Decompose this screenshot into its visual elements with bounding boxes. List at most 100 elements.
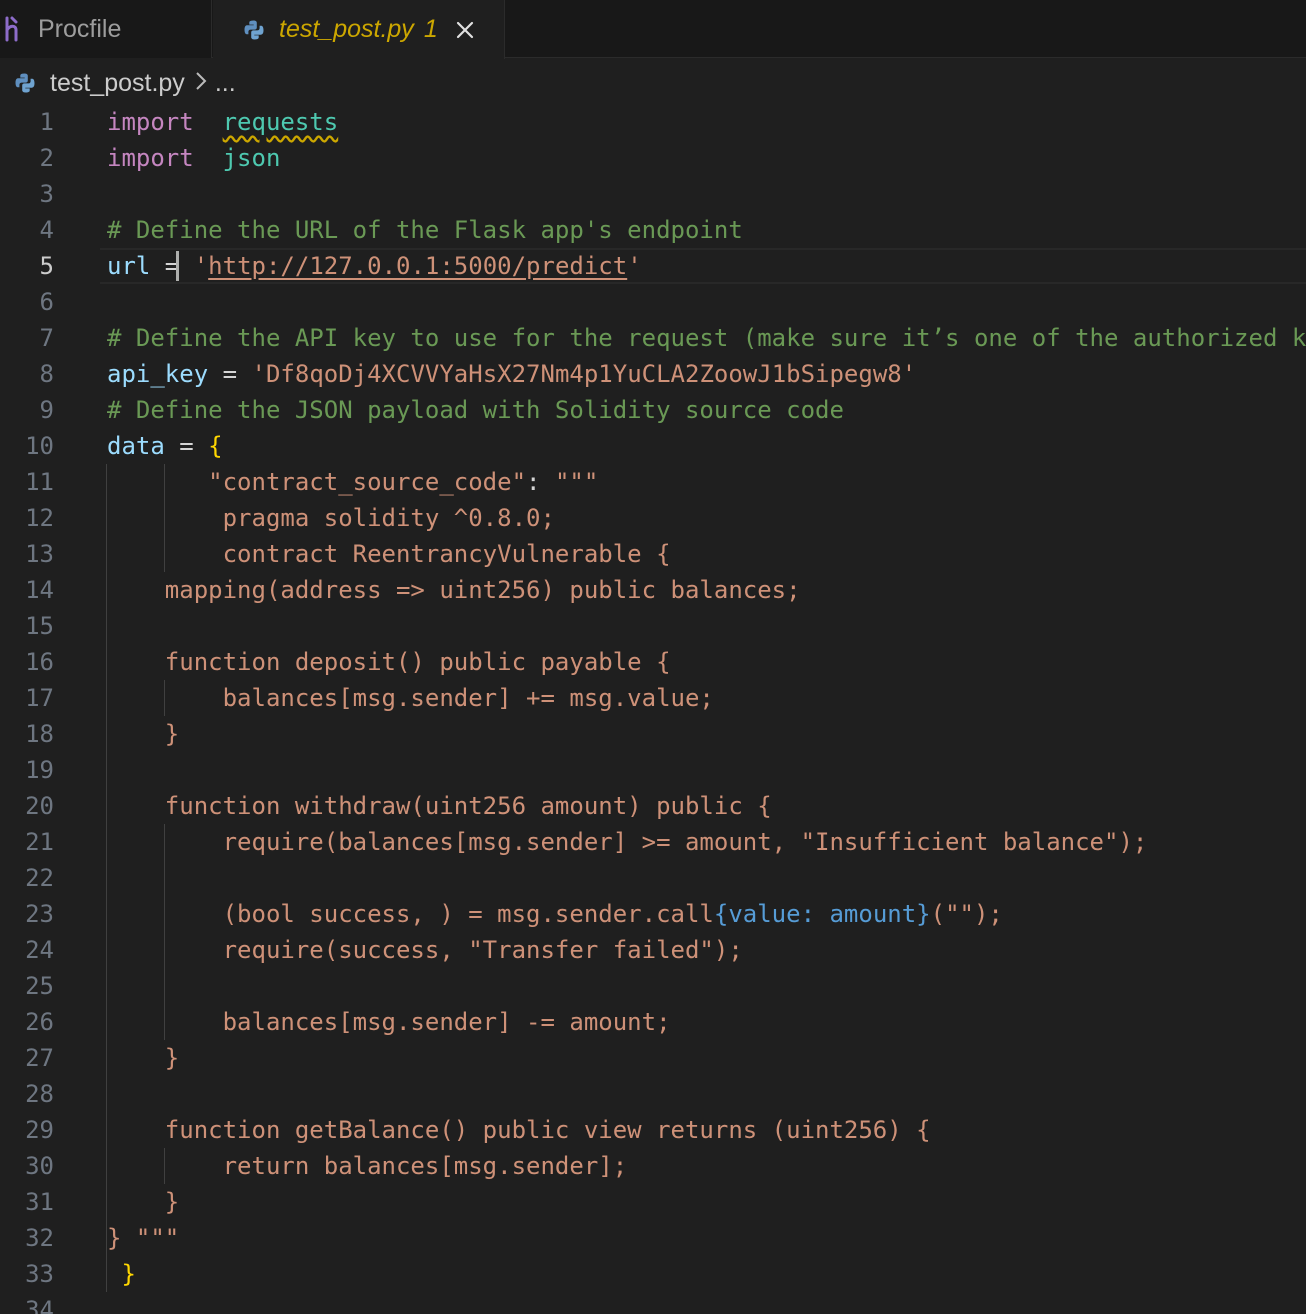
- code-line[interactable]: 26 balances[msg.sender] -= amount;: [0, 1004, 1306, 1040]
- code-line[interactable]: 14 mapping(address => uint256) public ba…: [0, 572, 1306, 608]
- code-token: import: [107, 144, 194, 172]
- code-line[interactable]: 13 contract ReentrancyVulnerable {: [0, 536, 1306, 572]
- code-token: json: [222, 144, 281, 172]
- tab-test-post-py[interactable]: test_post.py 1: [213, 0, 505, 59]
- code-line[interactable]: 20 function withdraw(uint256 amount) pub…: [0, 788, 1306, 824]
- problem-count-badge: 1: [423, 15, 438, 43]
- code-line[interactable]: 1 import requests: [0, 104, 1306, 140]
- code-line[interactable]: 2 import json: [0, 140, 1306, 176]
- line-number: 27: [25, 1044, 54, 1072]
- line-code: # Define the API key to use for the requ…: [107, 320, 1306, 356]
- code-line[interactable]: 28: [0, 1076, 1306, 1112]
- code-line[interactable]: 25: [0, 968, 1306, 1004]
- line-number: 13: [25, 540, 54, 568]
- line-number: 8: [39, 360, 54, 388]
- code-token: # Define the URL of the Flask app's endp…: [107, 216, 743, 244]
- chevron-right-icon: [195, 69, 207, 98]
- code-token: =: [150, 252, 194, 280]
- code-token: function getBalance() public view return…: [107, 1116, 931, 1144]
- code-line[interactable]: 27 }: [0, 1040, 1306, 1076]
- line-code: }: [107, 1040, 179, 1076]
- line-number: 9: [39, 396, 54, 424]
- breadcrumb-symbols[interactable]: ...: [215, 69, 236, 98]
- code-line[interactable]: 17 balances[msg.sender] += msg.value;: [0, 680, 1306, 716]
- line-number: 21: [25, 828, 54, 856]
- code-token: api_key: [107, 360, 209, 388]
- code-line[interactable]: 16 function deposit() public payable {: [0, 644, 1306, 680]
- code-line[interactable]: 6: [0, 284, 1306, 320]
- code-line[interactable]: 15: [0, 608, 1306, 644]
- code-line[interactable]: 33 }: [0, 1256, 1306, 1292]
- code-line[interactable]: 30 return balances[msg.sender];: [0, 1148, 1306, 1184]
- editor-tab-bar: Procfile test_post.py 1: [0, 0, 1306, 59]
- code-editor[interactable]: 1 import requests 2 import json 3 4 # Define t…: [0, 104, 1306, 1314]
- line-number: 18: [25, 720, 54, 748]
- code-token: {: [208, 432, 223, 460]
- code-token: }: [107, 1188, 180, 1216]
- line-code: url = 'http://127.0.0.1:5000/predict': [107, 248, 642, 284]
- code-line[interactable]: 21 require(balances[msg.sender] >= amoun…: [0, 824, 1306, 860]
- code-token: :: [526, 468, 555, 496]
- code-line[interactable]: 3: [0, 176, 1306, 212]
- code-token: ("");: [930, 900, 1003, 928]
- code-line[interactable]: 5 url = 'http://127.0.0.1:5000/predict': [0, 248, 1306, 284]
- close-icon[interactable]: [454, 19, 476, 41]
- line-number: 34: [25, 1296, 54, 1314]
- code-line[interactable]: 4 # Define the URL of the Flask app's end…: [0, 212, 1306, 248]
- code-line[interactable]: 31 }: [0, 1184, 1306, 1220]
- tab-label: test_post.py: [279, 15, 414, 43]
- line-code: function getBalance() public view return…: [107, 1112, 931, 1148]
- line-number: 6: [39, 288, 54, 316]
- line-code: import json: [107, 140, 280, 176]
- code-line[interactable]: 8 api_key = 'Df8qoDj4XCVVYaHsX27Nm4p1YuCL…: [0, 356, 1306, 392]
- line-code: require(balances[msg.sender] >= amount, …: [107, 824, 1148, 860]
- line-code: # Define the JSON payload with Solidity …: [107, 392, 844, 428]
- code-token: }: [107, 720, 180, 748]
- code-line[interactable]: 32} """: [0, 1220, 1306, 1256]
- line-number: 1: [39, 108, 54, 136]
- code-line[interactable]: 22: [0, 860, 1306, 896]
- line-number: 3: [39, 180, 54, 208]
- code-token: } """: [107, 1224, 180, 1252]
- code-line[interactable]: 24 require(success, "Transfer failed");: [0, 932, 1306, 968]
- line-code: } """: [107, 1220, 179, 1256]
- code-token: }: [107, 1044, 180, 1072]
- line-number: 2: [39, 144, 54, 172]
- line-number: 5: [39, 252, 54, 280]
- line-code: "contract_source_code": """: [107, 464, 598, 500]
- code-line[interactable]: 29 function getBalance() public view ret…: [0, 1112, 1306, 1148]
- code-line[interactable]: 34: [0, 1292, 1306, 1314]
- line-number: 25: [25, 972, 54, 1000]
- code-line[interactable]: 9 # Define the JSON payload with Solidity…: [0, 392, 1306, 428]
- code-token: {value: amount}: [713, 900, 931, 928]
- code-token: =: [164, 432, 209, 460]
- breadcrumb-file[interactable]: test_post.py: [50, 69, 185, 98]
- line-code: # Define the URL of the Flask app's endp…: [107, 212, 743, 248]
- line-number: 11: [25, 468, 54, 496]
- heroku-icon: [4, 14, 26, 44]
- line-number: 12: [25, 504, 54, 532]
- line-number: 26: [25, 1008, 54, 1036]
- code-line[interactable]: 19: [0, 752, 1306, 788]
- line-number: 29: [25, 1116, 54, 1144]
- code-line[interactable]: 18 }: [0, 716, 1306, 752]
- line-number: 30: [25, 1152, 54, 1180]
- code-line[interactable]: 12 pragma solidity ^0.8.0;: [0, 500, 1306, 536]
- code-line[interactable]: 11 "contract_source_code": """: [0, 464, 1306, 500]
- code-token: ': [193, 252, 209, 280]
- line-code: mapping(address => uint256) public balan…: [107, 572, 801, 608]
- code-line[interactable]: 23 (bool success, ) = msg.sender.call{va…: [0, 896, 1306, 932]
- code-line[interactable]: 7 # Define the API key to use for the req…: [0, 320, 1306, 356]
- code-token: url: [107, 252, 151, 280]
- code-line[interactable]: 10 data = {: [0, 428, 1306, 464]
- tab-procfile[interactable]: Procfile: [0, 0, 212, 58]
- code-token: "contract_source_code": [107, 468, 527, 496]
- line-number: 10: [25, 432, 54, 460]
- code-token: require(success, "Transfer failed");: [107, 936, 743, 964]
- code-token: requests: [222, 108, 339, 136]
- code-token: require(balances[msg.sender] >= amount, …: [107, 828, 1148, 856]
- line-number: 19: [25, 756, 54, 784]
- line-code: contract ReentrancyVulnerable {: [107, 536, 671, 572]
- line-number: 24: [25, 936, 54, 964]
